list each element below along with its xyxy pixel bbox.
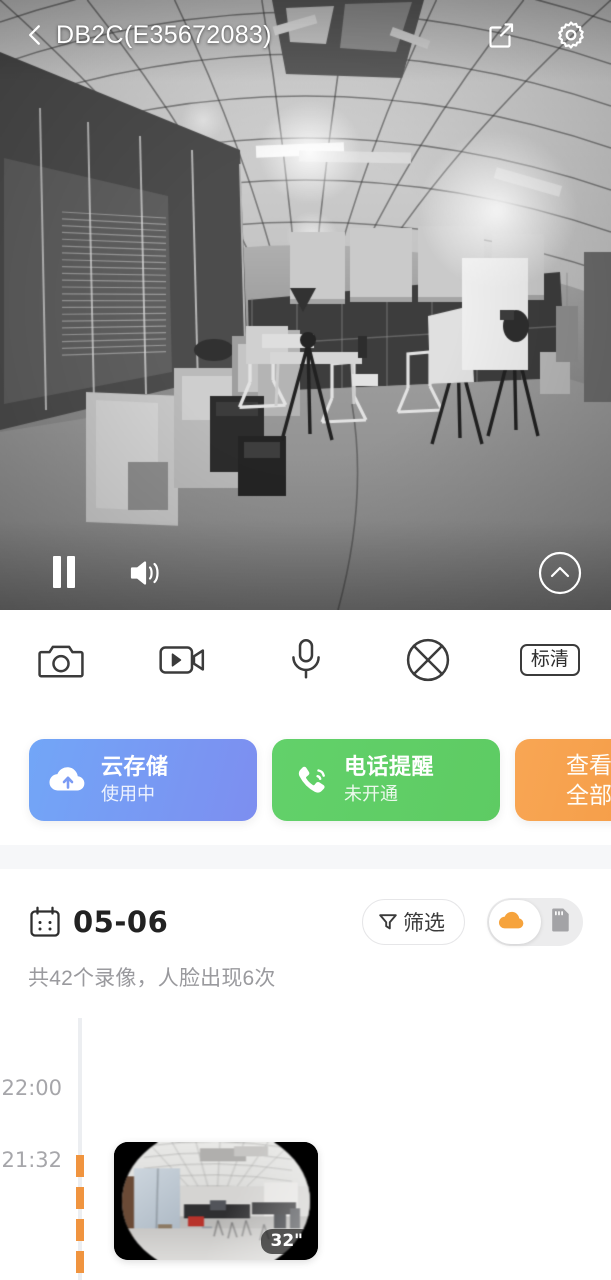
service-cards-row: 云存储 使用中 电话提醒 未开通 查看 全部 [0, 728, 611, 832]
timeline-activity-mark [76, 1251, 84, 1273]
phone-alert-status: 未开通 [344, 784, 398, 805]
quality-badge-label: 标清 [519, 643, 580, 677]
records-header: 05-06 筛选 [0, 890, 611, 954]
clip-thumbnail[interactable]: 32" [114, 1142, 318, 1260]
filter-button[interactable]: 筛选 [362, 899, 465, 945]
camera-live-view-screen: DB2C(E35672083) 标清 云存储 使用中 电话提醒 未开通 查看 全… [0, 0, 611, 1280]
timeline-activity-mark [76, 1187, 84, 1209]
view-all-label: 查看 全部 [566, 750, 611, 811]
video-header-bar: DB2C(E35672083) [0, 0, 611, 70]
selected-date: 05-06 [73, 905, 169, 939]
cloud-icon [497, 908, 527, 936]
page-title: DB2C(E35672083) [56, 20, 272, 49]
filter-label: 筛选 [403, 912, 445, 935]
timeline-activity-mark [76, 1155, 84, 1177]
pause-icon[interactable] [52, 556, 78, 588]
toggle-option-cloud[interactable] [487, 908, 537, 936]
phone-alert-title: 电话提醒 [344, 754, 435, 780]
timeline-activity-mark [76, 1219, 84, 1241]
view-all-line2: 全部 [566, 782, 611, 808]
clip-duration-badge: 32" [261, 1229, 312, 1254]
gear-icon[interactable] [553, 17, 589, 53]
timeline-activity-marks [76, 1155, 84, 1280]
live-video-player[interactable]: DB2C(E35672083) [0, 0, 611, 610]
records-summary: 共42个录像，人脸出现6次 [28, 967, 276, 990]
cloud-storage-title: 云存储 [101, 754, 169, 780]
back-chevron-icon[interactable] [22, 22, 48, 48]
speaker-on-icon[interactable] [128, 556, 166, 590]
calendar-icon [28, 905, 62, 939]
phone-alert-text: 电话提醒 未开通 [344, 754, 434, 806]
sd-card-icon [549, 907, 571, 938]
video-overlay-controls [0, 520, 611, 610]
chevron-up-circle-icon[interactable] [537, 550, 583, 596]
ptz-button[interactable] [367, 610, 489, 710]
cloud-upload-icon [45, 757, 91, 803]
section-divider [0, 845, 611, 869]
view-all-card[interactable]: 查看 全部 [515, 739, 611, 821]
record-button[interactable] [122, 610, 244, 710]
player-action-bar: 标清 [0, 610, 611, 710]
video-frame [0, 0, 611, 610]
view-all-line1: 查看 [566, 751, 611, 778]
snapshot-button[interactable] [0, 610, 122, 710]
cloud-storage-text: 云存储 使用中 [101, 754, 169, 806]
phone-ring-icon [288, 757, 334, 803]
talk-button[interactable] [244, 610, 366, 710]
funnel-icon [378, 912, 398, 932]
date-selector[interactable]: 05-06 [28, 905, 168, 939]
toggle-option-sdcard[interactable] [537, 907, 583, 938]
share-icon[interactable] [483, 17, 519, 53]
timeline-tick-label: 22:00 [1, 1076, 62, 1100]
quality-button[interactable]: 标清 [489, 610, 611, 710]
cloud-storage-card[interactable]: 云存储 使用中 [29, 739, 257, 821]
storage-source-toggle[interactable] [487, 898, 583, 946]
timeline-tick-label: 21:32 [1, 1148, 62, 1172]
phone-alert-card[interactable]: 电话提醒 未开通 [272, 739, 500, 821]
cloud-storage-status: 使用中 [101, 784, 155, 805]
